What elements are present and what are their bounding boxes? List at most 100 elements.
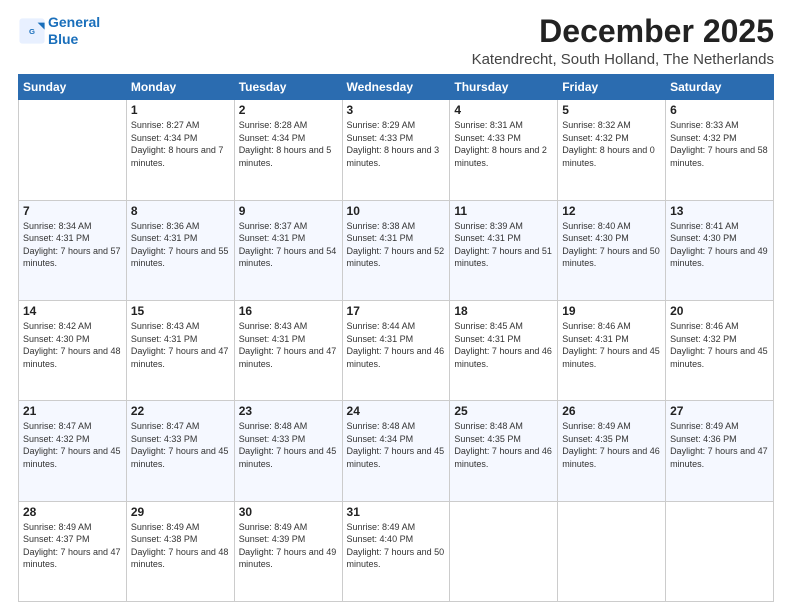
calendar-week-4: 21 Sunrise: 8:47 AMSunset: 4:32 PMDayligh… bbox=[19, 401, 774, 501]
day-number: 6 bbox=[670, 103, 769, 117]
cell-sun-info: Sunrise: 8:43 AMSunset: 4:31 PMDaylight:… bbox=[239, 320, 338, 370]
cell-sun-info: Sunrise: 8:34 AMSunset: 4:31 PMDaylight:… bbox=[23, 220, 122, 270]
calendar-cell: 7 Sunrise: 8:34 AMSunset: 4:31 PMDaylight… bbox=[19, 200, 127, 300]
day-number: 30 bbox=[239, 505, 338, 519]
calendar-cell: 6 Sunrise: 8:33 AMSunset: 4:32 PMDaylight… bbox=[666, 100, 774, 200]
calendar-cell: 16 Sunrise: 8:43 AMSunset: 4:31 PMDayligh… bbox=[234, 300, 342, 400]
calendar-cell: 20Sunrise: 8:46 AMSunset: 4:32 PMDayligh… bbox=[666, 300, 774, 400]
weekday-header-monday: Monday bbox=[126, 75, 234, 100]
cell-sun-info: Sunrise: 8:37 AMSunset: 4:31 PMDaylight:… bbox=[239, 220, 338, 270]
calendar-cell: 29Sunrise: 8:49 AMSunset: 4:38 PMDayligh… bbox=[126, 501, 234, 601]
cell-sun-info: Sunrise: 8:49 AMSunset: 4:36 PMDaylight:… bbox=[670, 420, 769, 470]
calendar-cell: 4 Sunrise: 8:31 AMSunset: 4:33 PMDaylight… bbox=[450, 100, 558, 200]
day-number: 15 bbox=[131, 304, 230, 318]
day-number: 10 bbox=[347, 204, 446, 218]
day-number: 27 bbox=[670, 404, 769, 418]
logo-text: General Blue bbox=[48, 14, 100, 48]
cell-sun-info: Sunrise: 8:40 AMSunset: 4:30 PMDaylight:… bbox=[562, 220, 661, 270]
calendar-week-1: 1 Sunrise: 8:27 AMSunset: 4:34 PMDaylight… bbox=[19, 100, 774, 200]
day-number: 8 bbox=[131, 204, 230, 218]
day-number: 26 bbox=[562, 404, 661, 418]
logo-icon: G bbox=[18, 17, 46, 45]
calendar-cell: 9 Sunrise: 8:37 AMSunset: 4:31 PMDaylight… bbox=[234, 200, 342, 300]
day-number: 4 bbox=[454, 103, 553, 117]
calendar-cell: 18Sunrise: 8:45 AMSunset: 4:31 PMDayligh… bbox=[450, 300, 558, 400]
day-number: 19 bbox=[562, 304, 661, 318]
logo-general: General bbox=[48, 14, 100, 30]
day-number: 12 bbox=[562, 204, 661, 218]
calendar-cell: 15 Sunrise: 8:43 AMSunset: 4:31 PMDayligh… bbox=[126, 300, 234, 400]
cell-sun-info: Sunrise: 8:48 AMSunset: 4:33 PMDaylight:… bbox=[239, 420, 338, 470]
day-number: 24 bbox=[347, 404, 446, 418]
day-number: 14 bbox=[23, 304, 122, 318]
header: G General Blue December 2025 Katendrecht… bbox=[18, 14, 774, 68]
cell-sun-info: Sunrise: 8:31 AMSunset: 4:33 PMDaylight:… bbox=[454, 119, 553, 169]
calendar-cell: 2Sunrise: 8:28 AMSunset: 4:34 PMDaylight… bbox=[234, 100, 342, 200]
cell-sun-info: Sunrise: 8:48 AMSunset: 4:34 PMDaylight:… bbox=[347, 420, 446, 470]
day-number: 1 bbox=[131, 103, 230, 117]
calendar-cell: 25 Sunrise: 8:48 AMSunset: 4:35 PMDayligh… bbox=[450, 401, 558, 501]
day-number: 23 bbox=[239, 404, 338, 418]
cell-sun-info: Sunrise: 8:47 AMSunset: 4:32 PMDaylight:… bbox=[23, 420, 122, 470]
cell-sun-info: Sunrise: 8:36 AMSunset: 4:31 PMDaylight:… bbox=[131, 220, 230, 270]
day-number: 7 bbox=[23, 204, 122, 218]
calendar-cell: 26 Sunrise: 8:49 AMSunset: 4:35 PMDayligh… bbox=[558, 401, 666, 501]
calendar-cell: 14 Sunrise: 8:42 AMSunset: 4:30 PMDayligh… bbox=[19, 300, 127, 400]
cell-sun-info: Sunrise: 8:38 AMSunset: 4:31 PMDaylight:… bbox=[347, 220, 446, 270]
day-number: 25 bbox=[454, 404, 553, 418]
calendar-week-2: 7 Sunrise: 8:34 AMSunset: 4:31 PMDaylight… bbox=[19, 200, 774, 300]
cell-sun-info: Sunrise: 8:27 AMSunset: 4:34 PMDaylight:… bbox=[131, 119, 230, 169]
day-number: 2 bbox=[239, 103, 338, 117]
weekday-header-friday: Friday bbox=[558, 75, 666, 100]
calendar-week-3: 14 Sunrise: 8:42 AMSunset: 4:30 PMDayligh… bbox=[19, 300, 774, 400]
calendar-cell: 17Sunrise: 8:44 AMSunset: 4:31 PMDayligh… bbox=[342, 300, 450, 400]
cell-sun-info: Sunrise: 8:49 AMSunset: 4:39 PMDaylight:… bbox=[239, 521, 338, 571]
title-block: December 2025 Katendrecht, South Holland… bbox=[472, 14, 774, 68]
weekday-header-sunday: Sunday bbox=[19, 75, 127, 100]
calendar-cell: 31Sunrise: 8:49 AMSunset: 4:40 PMDayligh… bbox=[342, 501, 450, 601]
calendar-cell: 10 Sunrise: 8:38 AMSunset: 4:31 PMDayligh… bbox=[342, 200, 450, 300]
day-number: 16 bbox=[239, 304, 338, 318]
logo-blue: Blue bbox=[48, 31, 78, 47]
page: G General Blue December 2025 Katendrecht… bbox=[0, 0, 792, 612]
calendar-cell bbox=[450, 501, 558, 601]
calendar-cell: 13Sunrise: 8:41 AMSunset: 4:30 PMDayligh… bbox=[666, 200, 774, 300]
calendar-cell: 12 Sunrise: 8:40 AMSunset: 4:30 PMDayligh… bbox=[558, 200, 666, 300]
cell-sun-info: Sunrise: 8:41 AMSunset: 4:30 PMDaylight:… bbox=[670, 220, 769, 270]
day-number: 31 bbox=[347, 505, 446, 519]
location-subtitle: Katendrecht, South Holland, The Netherla… bbox=[472, 51, 774, 68]
cell-sun-info: Sunrise: 8:43 AMSunset: 4:31 PMDaylight:… bbox=[131, 320, 230, 370]
cell-sun-info: Sunrise: 8:32 AMSunset: 4:32 PMDaylight:… bbox=[562, 119, 661, 169]
logo: G General Blue bbox=[18, 14, 100, 48]
cell-sun-info: Sunrise: 8:42 AMSunset: 4:30 PMDaylight:… bbox=[23, 320, 122, 370]
calendar-cell: 5Sunrise: 8:32 AMSunset: 4:32 PMDaylight… bbox=[558, 100, 666, 200]
cell-sun-info: Sunrise: 8:48 AMSunset: 4:35 PMDaylight:… bbox=[454, 420, 553, 470]
svg-text:G: G bbox=[29, 27, 35, 36]
calendar-cell bbox=[666, 501, 774, 601]
calendar-cell: 3 Sunrise: 8:29 AMSunset: 4:33 PMDaylight… bbox=[342, 100, 450, 200]
calendar-cell: 23 Sunrise: 8:48 AMSunset: 4:33 PMDayligh… bbox=[234, 401, 342, 501]
calendar-week-5: 28Sunrise: 8:49 AMSunset: 4:37 PMDayligh… bbox=[19, 501, 774, 601]
calendar-cell: 21 Sunrise: 8:47 AMSunset: 4:32 PMDayligh… bbox=[19, 401, 127, 501]
calendar-cell: 19 Sunrise: 8:46 AMSunset: 4:31 PMDayligh… bbox=[558, 300, 666, 400]
day-number: 3 bbox=[347, 103, 446, 117]
cell-sun-info: Sunrise: 8:46 AMSunset: 4:32 PMDaylight:… bbox=[670, 320, 769, 370]
calendar-cell bbox=[19, 100, 127, 200]
day-number: 9 bbox=[239, 204, 338, 218]
calendar-cell: 22Sunrise: 8:47 AMSunset: 4:33 PMDayligh… bbox=[126, 401, 234, 501]
calendar-table: SundayMondayTuesdayWednesdayThursdayFrid… bbox=[18, 74, 774, 602]
weekday-header-saturday: Saturday bbox=[666, 75, 774, 100]
calendar-cell: 8 Sunrise: 8:36 AMSunset: 4:31 PMDaylight… bbox=[126, 200, 234, 300]
cell-sun-info: Sunrise: 8:33 AMSunset: 4:32 PMDaylight:… bbox=[670, 119, 769, 169]
day-number: 21 bbox=[23, 404, 122, 418]
day-number: 18 bbox=[454, 304, 553, 318]
calendar-cell: 28Sunrise: 8:49 AMSunset: 4:37 PMDayligh… bbox=[19, 501, 127, 601]
cell-sun-info: Sunrise: 8:46 AMSunset: 4:31 PMDaylight:… bbox=[562, 320, 661, 370]
cell-sun-info: Sunrise: 8:29 AMSunset: 4:33 PMDaylight:… bbox=[347, 119, 446, 169]
cell-sun-info: Sunrise: 8:44 AMSunset: 4:31 PMDaylight:… bbox=[347, 320, 446, 370]
cell-sun-info: Sunrise: 8:49 AMSunset: 4:35 PMDaylight:… bbox=[562, 420, 661, 470]
cell-sun-info: Sunrise: 8:49 AMSunset: 4:38 PMDaylight:… bbox=[131, 521, 230, 571]
weekday-header-wednesday: Wednesday bbox=[342, 75, 450, 100]
calendar-cell: 24 Sunrise: 8:48 AMSunset: 4:34 PMDayligh… bbox=[342, 401, 450, 501]
day-number: 28 bbox=[23, 505, 122, 519]
